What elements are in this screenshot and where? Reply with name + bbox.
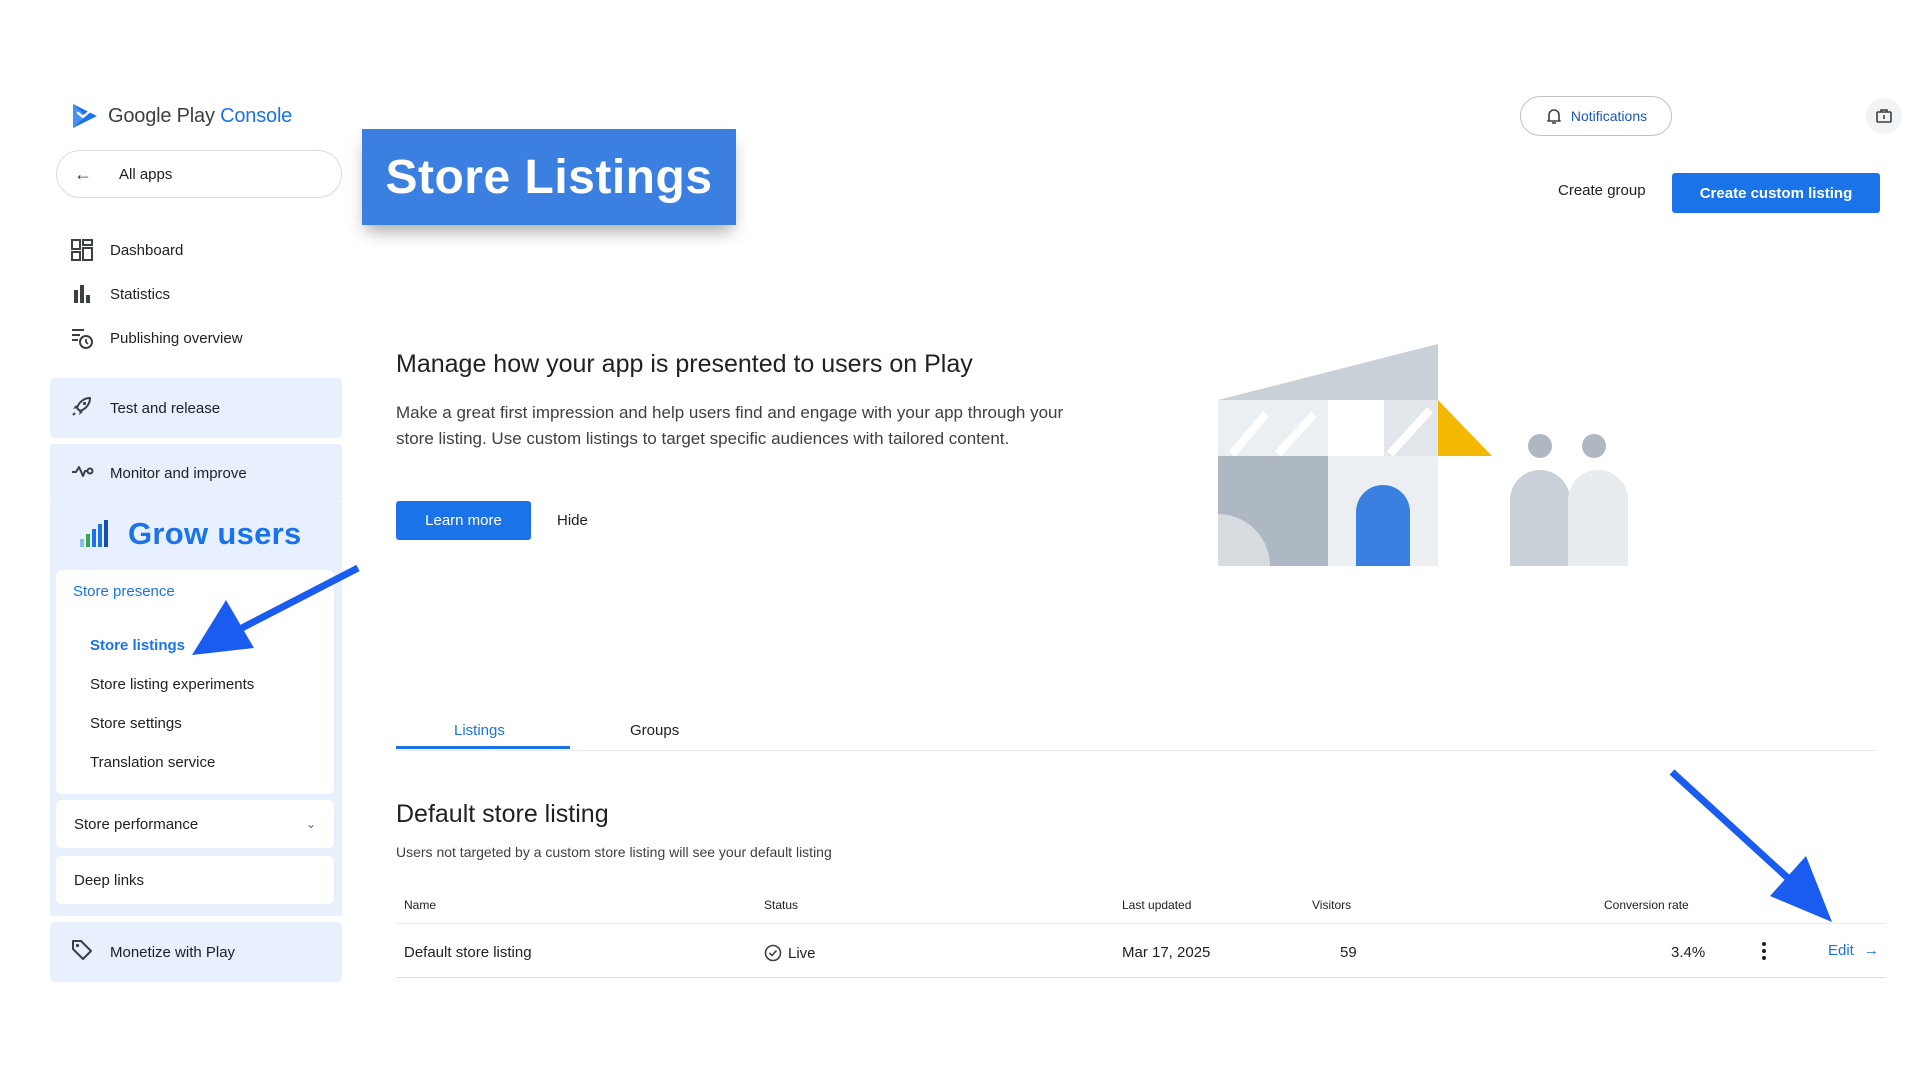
all-apps-label: All apps <box>119 165 173 183</box>
table-cell-conversion-rate: 3.4% <box>1671 944 1706 961</box>
table-cell-status: Live <box>764 944 816 962</box>
store-performance-label: Store performance <box>74 815 199 833</box>
hide-button[interactable]: Hide <box>557 512 588 529</box>
sidebar-section-label: Monitor and improve <box>110 464 247 482</box>
section-subtitle: Users not targeted by a custom store lis… <box>396 844 832 860</box>
sidebar-item-publishing-overview[interactable]: Publishing overview <box>56 318 243 358</box>
column-header-last-updated[interactable]: Last updated <box>1122 898 1191 912</box>
account-button[interactable] <box>1866 98 1902 134</box>
more-options-icon[interactable] <box>1758 940 1770 962</box>
grow-users-heading[interactable]: Grow users <box>78 512 302 556</box>
chevron-down-icon: ⌄ <box>305 817 316 831</box>
sidebar-item-label: Statistics <box>110 285 171 303</box>
rocket-icon <box>70 394 94 422</box>
notifications-button[interactable]: Notifications <box>1520 96 1672 136</box>
page-title-banner: Store Listings <box>362 129 736 225</box>
sidebar-item-statistics[interactable]: Statistics <box>56 274 170 314</box>
sidebar-item-deep-links[interactable]: Deep links <box>56 856 334 904</box>
column-header-status[interactable]: Status <box>764 898 798 912</box>
sidebar-item-store-settings[interactable]: Store settings <box>90 715 182 732</box>
annotation-arrow-edit <box>1669 769 1832 922</box>
column-header-name[interactable]: Name <box>404 898 436 912</box>
logo-text: Google Play Console <box>108 104 293 127</box>
sidebar-section-test-release[interactable]: Test and release <box>50 378 342 438</box>
store-illustration <box>1218 344 1628 566</box>
sidebar-item-translation-service[interactable]: Translation service <box>90 754 215 771</box>
play-console-logo-icon <box>73 104 97 128</box>
bell-icon <box>1547 109 1561 124</box>
sidebar-section-monetize[interactable]: Monetize with Play <box>50 922 342 982</box>
tab-listings[interactable]: Listings <box>454 722 505 739</box>
tab-groups[interactable]: Groups <box>630 722 679 739</box>
tabs-divider <box>396 750 1876 751</box>
section-title: Default store listing <box>396 800 609 828</box>
page-title: Store Listings <box>385 150 713 204</box>
sidebar-section-monitor-improve[interactable]: Monitor and improve <box>50 444 342 502</box>
sidebar-section-label: Test and release <box>110 399 221 417</box>
tag-icon <box>70 938 94 966</box>
arrow-right-icon: → <box>1863 942 1879 959</box>
table-header-divider <box>396 923 1886 924</box>
play-console-logo[interactable]: Google Play Console <box>70 100 292 132</box>
hero-title: Manage how your app is presented to user… <box>396 350 973 378</box>
table-row-divider <box>396 977 1886 978</box>
column-header-visitors[interactable]: Visitors <box>1312 898 1351 912</box>
all-apps-button[interactable]: ← All apps <box>56 150 342 198</box>
check-circle-icon <box>764 944 782 962</box>
grow-users-label: Grow users <box>128 516 302 551</box>
store-presence-toggle[interactable]: Store presence <box>73 583 175 600</box>
sidebar-item-label: Publishing overview <box>110 329 243 347</box>
sidebar-item-store-listings[interactable]: Store listings <box>90 637 185 654</box>
dashboard-icon <box>70 238 94 262</box>
deep-links-label: Deep links <box>74 871 145 889</box>
briefcase-icon <box>1876 109 1892 123</box>
sidebar-item-store-listing-experiments[interactable]: Store listing experiments <box>90 676 254 693</box>
learn-more-button[interactable]: Learn more <box>396 501 531 540</box>
edit-label: Edit <box>1828 942 1854 959</box>
back-arrow-icon: ← <box>74 163 92 184</box>
active-tab-indicator <box>396 746 570 749</box>
sidebar-section-label: Monetize with Play <box>110 943 236 961</box>
table-cell-name: Default store listing <box>404 944 532 961</box>
notifications-label: Notifications <box>1570 108 1648 124</box>
bar-chart-icon <box>70 282 94 306</box>
table-cell-last-updated: Mar 17, 2025 <box>1122 944 1211 961</box>
publishing-clock-icon <box>70 326 94 350</box>
hero-description: Make a great first impression and help u… <box>396 403 1064 448</box>
column-header-conversion-rate[interactable]: Conversion rate <box>1604 898 1689 912</box>
grow-chart-icon <box>80 520 108 547</box>
create-group-button[interactable]: Create group <box>1558 182 1646 199</box>
sidebar-item-dashboard[interactable]: Dashboard <box>56 230 183 270</box>
status-label: Live <box>788 944 816 962</box>
create-custom-listing-button[interactable]: Create custom listing <box>1672 173 1880 213</box>
sidebar-item-label: Dashboard <box>110 241 184 259</box>
edit-listing-link[interactable]: Edit → <box>1828 942 1879 959</box>
pulse-icon <box>70 459 94 487</box>
sidebar-item-store-performance[interactable]: Store performance ⌄ <box>56 800 334 848</box>
table-cell-visitors: 59 <box>1340 944 1357 961</box>
